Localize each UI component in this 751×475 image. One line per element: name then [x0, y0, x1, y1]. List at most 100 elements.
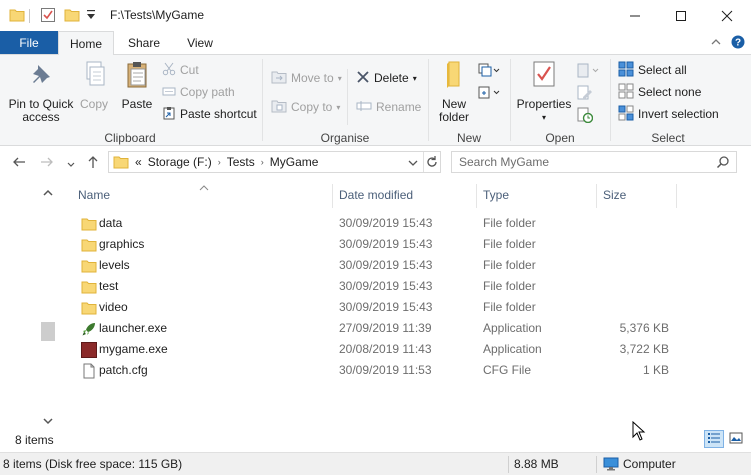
tab-share[interactable]: Share — [118, 31, 170, 55]
column-separator[interactable] — [332, 184, 333, 208]
recent-locations-chevron-icon[interactable] — [66, 158, 76, 172]
copy-path-label: Copy path — [180, 85, 235, 99]
invert-selection-button[interactable]: Invert selection — [618, 104, 719, 124]
easy-access-icon — [478, 85, 500, 104]
large-icons-view-button[interactable] — [726, 430, 746, 448]
details-view-button[interactable] — [704, 430, 724, 448]
tab-home[interactable]: Home — [58, 31, 114, 55]
file-date: 27/09/2019 11:39 — [339, 321, 432, 335]
breadcrumb-separator-icon[interactable]: › — [218, 157, 221, 167]
ribbon-separator — [510, 59, 511, 141]
minimize-button[interactable] — [612, 0, 658, 31]
paste-button[interactable]: Paste — [117, 59, 157, 111]
pin-to-quick-access-button[interactable]: Pin to Quick access — [6, 59, 76, 124]
column-separator[interactable] — [476, 184, 477, 208]
copy-path-button[interactable]: Copy path — [162, 82, 235, 102]
up-arrow-icon[interactable] — [86, 155, 100, 172]
customize-quick-access-icon[interactable] — [86, 9, 96, 24]
scroll-thumb[interactable] — [41, 322, 55, 341]
column-header-name[interactable]: Name — [78, 182, 110, 208]
toolbar-separator — [29, 9, 30, 23]
paste-shortcut-label: Paste shortcut — [180, 107, 257, 121]
paste-label: Paste — [121, 97, 153, 111]
file-type: Application — [483, 342, 542, 356]
forward-arrow-icon[interactable] — [40, 155, 54, 172]
properties-label: Properties — [516, 97, 572, 111]
new-item-button[interactable] — [478, 62, 504, 82]
file-name: launcher.exe — [99, 321, 168, 335]
copy-to-button[interactable]: Copy to ▾ — [271, 97, 340, 117]
paste-shortcut-icon — [162, 106, 176, 123]
tab-view[interactable]: View — [174, 31, 226, 55]
table-row[interactable]: patch.cfg 30/09/2019 11:53 CFG File 1 KB — [74, 360, 674, 381]
breadcrumb-item[interactable]: MyGame — [270, 155, 319, 169]
table-row[interactable]: test 30/09/2019 15:43 File folder — [74, 276, 674, 297]
open-button[interactable] — [577, 62, 603, 82]
file-size: 1 KB — [642, 363, 669, 377]
file-name: test — [99, 279, 119, 293]
select-all-icon — [618, 61, 634, 80]
scroll-down-icon[interactable] — [43, 414, 53, 428]
file-type: File folder — [483, 300, 536, 314]
collapse-ribbon-icon[interactable] — [710, 36, 722, 51]
table-row[interactable]: launcher.exe 27/09/2019 11:39 Applicatio… — [74, 318, 674, 339]
new-folder-icon[interactable] — [64, 7, 80, 26]
column-header-type[interactable]: Type — [483, 182, 509, 208]
close-button[interactable] — [704, 0, 750, 31]
column-header-date[interactable]: Date modified — [339, 182, 413, 208]
tab-file[interactable]: File — [0, 31, 58, 55]
address-bar[interactable]: « Storage (F:) › Tests › MyGame — [108, 151, 441, 173]
clipboard-group-label: Clipboard — [104, 131, 156, 145]
copy-to-icon — [271, 99, 287, 116]
ribbon-separator — [262, 59, 263, 141]
search-input[interactable] — [459, 152, 709, 172]
edit-button[interactable] — [577, 84, 597, 104]
column-separator[interactable] — [676, 184, 677, 208]
refresh-icon[interactable] — [425, 155, 439, 172]
column-separator[interactable] — [596, 184, 597, 208]
help-icon[interactable]: ? — [731, 35, 745, 52]
file-name: data — [99, 216, 123, 230]
paste-shortcut-button[interactable]: Paste shortcut — [162, 104, 257, 124]
copy-button[interactable]: Copy — [76, 59, 112, 111]
table-row[interactable]: mygame.exe 20/08/2019 11:43 Application … — [74, 339, 674, 360]
address-dropdown-icon[interactable] — [407, 157, 419, 171]
title-bar: F:\Tests\MyGame — [0, 0, 751, 31]
search-box[interactable] — [451, 151, 737, 173]
ribbon-separator — [428, 59, 429, 141]
properties-check-icon[interactable] — [40, 7, 56, 26]
table-row[interactable]: video 30/09/2019 15:43 File folder — [74, 297, 674, 318]
file-type: File folder — [483, 279, 536, 293]
window-title: F:\Tests\MyGame — [110, 8, 205, 22]
new-folder-button[interactable]: New folder — [433, 59, 475, 124]
maximize-button[interactable] — [658, 0, 704, 31]
navigation-pane-scrollbar[interactable] — [40, 182, 57, 428]
column-header-size[interactable]: Size — [603, 182, 626, 208]
table-row[interactable]: levels 30/09/2019 15:43 File folder — [74, 255, 674, 276]
breadcrumb-overflow[interactable]: « — [135, 155, 142, 169]
select-all-label: Select all — [638, 63, 687, 77]
select-group-label: Select — [651, 131, 685, 145]
table-row[interactable]: graphics 30/09/2019 15:43 File folder — [74, 234, 674, 255]
breadcrumb-item[interactable]: Storage (F:) — [148, 155, 212, 169]
file-date: 30/09/2019 11:53 — [339, 363, 432, 377]
file-name: video — [99, 300, 128, 314]
breadcrumb-item[interactable]: Tests — [227, 155, 255, 169]
cut-label: Cut — [180, 63, 199, 77]
properties-button[interactable]: Properties ▾ — [515, 59, 573, 124]
move-to-button[interactable]: Move to ▾ — [271, 68, 342, 88]
delete-button[interactable]: Delete ▾ — [356, 68, 417, 88]
file-name: patch.cfg — [99, 363, 148, 377]
organise-group-label: Organise — [320, 131, 370, 145]
table-row[interactable]: data 30/09/2019 15:43 File folder — [74, 213, 674, 234]
breadcrumb-separator-icon[interactable]: › — [261, 157, 264, 167]
select-none-button[interactable]: Select none — [618, 82, 701, 102]
select-all-button[interactable]: Select all — [618, 60, 687, 80]
history-button[interactable] — [577, 106, 597, 126]
easy-access-button[interactable] — [478, 84, 504, 104]
scroll-up-icon[interactable] — [43, 186, 53, 200]
search-icon[interactable] — [716, 155, 730, 172]
rename-button[interactable]: Rename — [356, 97, 421, 117]
cut-button[interactable]: Cut — [162, 60, 199, 80]
back-arrow-icon[interactable] — [12, 155, 26, 172]
